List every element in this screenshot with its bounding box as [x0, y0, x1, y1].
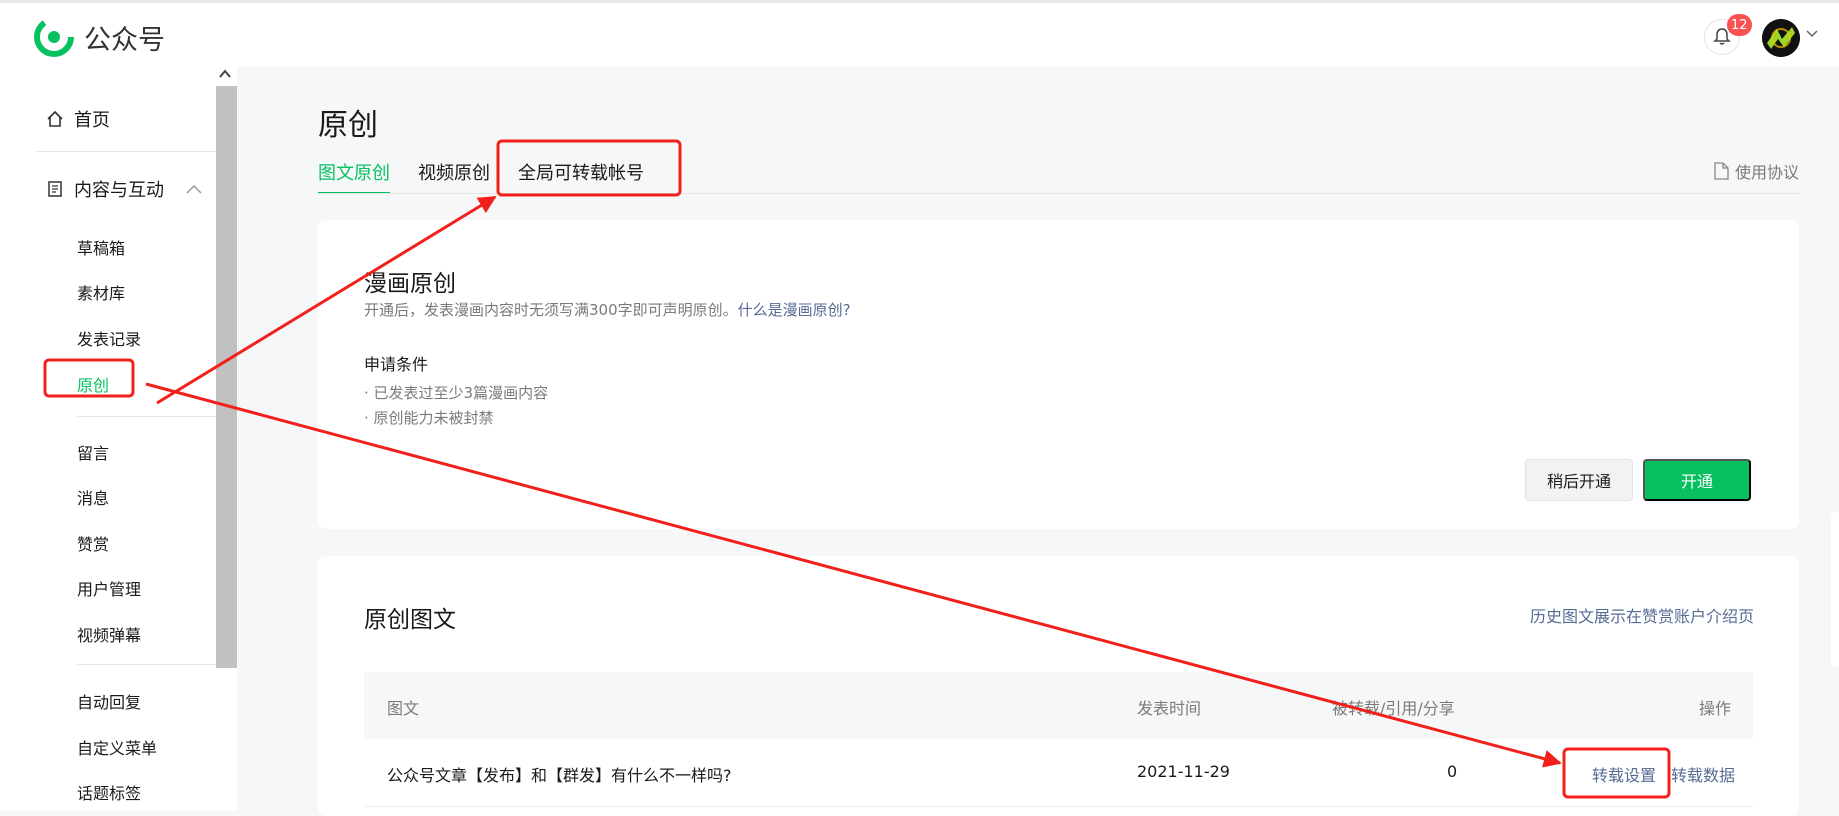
- wechat-official-logo-icon: [34, 17, 74, 57]
- reprint-count: 0: [1447, 762, 1458, 781]
- page-title: 原创: [318, 108, 378, 143]
- divider: [77, 664, 216, 665]
- history-display-link[interactable]: 历史图文展示在赞赏账户介绍页: [1530, 603, 1754, 627]
- sidebar-item-topic-tags[interactable]: 话题标签: [77, 780, 141, 804]
- column-header-actions: 操作: [1698, 699, 1731, 718]
- sidebar-item-rewards[interactable]: 赞赏: [77, 531, 109, 555]
- sidebar-item-home[interactable]: 首页: [46, 106, 110, 132]
- table-row: 公众号文章【发布】和【群发】有什么不一样吗? 2021-11-29 0 转载设置…: [364, 739, 1753, 807]
- condition-item: · 已发表过至少3篇漫画内容: [364, 384, 549, 402]
- sidebar-item-drafts[interactable]: 草稿箱: [77, 235, 125, 259]
- document-icon: [48, 181, 62, 197]
- sidebar-item-label: 首页: [74, 110, 110, 131]
- enable-later-button[interactable]: 稍后开通: [1525, 459, 1633, 501]
- column-header-publish-time: 发表时间: [1137, 699, 1202, 718]
- avatar[interactable]: [1762, 19, 1800, 57]
- tab-video-original[interactable]: 视频原创: [418, 159, 490, 194]
- chevron-down-icon[interactable]: [1806, 30, 1818, 38]
- what-is-comic-original-link[interactable]: 什么是漫画原创?: [738, 301, 851, 319]
- sidebar-item-custom-menu[interactable]: 自定义菜单: [77, 735, 157, 759]
- tab-bar: 图文原创 视频原创 全局可转载帐号: [318, 159, 672, 194]
- sidebar-scrollbar-thumb[interactable]: [216, 86, 237, 668]
- reprint-settings-link[interactable]: 转载设置: [1592, 762, 1656, 786]
- file-icon: [1714, 162, 1729, 180]
- publish-date: 2021-11-29: [1137, 762, 1230, 781]
- comic-original-card: 漫画原创 开通后，发表漫画内容时无须写满300字即可声明原创。什么是漫画原创? …: [318, 220, 1799, 529]
- sidebar-item-materials[interactable]: 素材库: [77, 280, 125, 304]
- article-title[interactable]: 公众号文章【发布】和【群发】有什么不一样吗?: [387, 762, 732, 786]
- reprint-data-link[interactable]: 转载数据: [1671, 762, 1735, 786]
- sidebar-item-original[interactable]: 原创: [77, 372, 109, 396]
- sidebar-item-video-danmaku[interactable]: 视频弹幕: [77, 622, 141, 646]
- sidebar-section-content[interactable]: 内容与互动: [46, 176, 202, 202]
- divider: [77, 416, 216, 417]
- table-header: 图文 发表时间 被转载/引用/分享 操作: [364, 672, 1753, 739]
- agreement-link[interactable]: 使用协议: [1714, 159, 1799, 183]
- top-bar: 公众号 12: [0, 0, 1839, 66]
- sidebar: 首页 内容与互动 草稿箱 素材库 发表记录 原创 留言 消息 赞赏 用户管理 视…: [0, 66, 237, 810]
- enable-button[interactable]: 开通: [1643, 459, 1751, 501]
- comic-desc-text: 开通后，发表漫画内容时无须写满300字即可声明原创。: [364, 301, 738, 319]
- comic-original-desc: 开通后，发表漫画内容时无须写满300字即可声明原创。什么是漫画原创?: [364, 299, 851, 320]
- tab-article-original[interactable]: 图文原创: [318, 159, 390, 194]
- floating-side-tab[interactable]: [1831, 512, 1839, 667]
- original-articles-title: 原创图文: [364, 607, 456, 633]
- sidebar-item-publish-records[interactable]: 发表记录: [77, 326, 141, 350]
- sidebar-item-comments[interactable]: 留言: [77, 440, 109, 464]
- notification-button[interactable]: 12: [1704, 14, 1752, 55]
- divider: [36, 151, 216, 152]
- sidebar-item-messages[interactable]: 消息: [77, 485, 109, 509]
- agreement-label: 使用协议: [1734, 163, 1799, 182]
- brand-name: 公众号: [84, 24, 165, 56]
- logo[interactable]: 公众号: [34, 17, 165, 57]
- scroll-up-arrow-icon[interactable]: [218, 68, 232, 80]
- original-articles-card: 原创图文 历史图文展示在赞赏账户介绍页 图文 发表时间 被转载/引用/分享 操作…: [318, 556, 1799, 816]
- sidebar-section-label: 内容与互动: [74, 180, 164, 201]
- chevron-up-icon[interactable]: [186, 184, 202, 194]
- notification-badge: 12: [1727, 14, 1752, 36]
- condition-item: · 原创能力未被封禁: [364, 409, 494, 427]
- sidebar-item-auto-reply[interactable]: 自动回复: [77, 689, 141, 713]
- column-header-reprint-count: 被转载/引用/分享: [1332, 699, 1455, 718]
- comic-original-title: 漫画原创: [364, 271, 456, 297]
- avatar-image-icon: [1762, 19, 1800, 57]
- conditions-title: 申请条件: [364, 355, 429, 374]
- home-icon: [47, 110, 63, 127]
- tabs-underline: [318, 193, 1799, 194]
- column-header-article: 图文: [387, 699, 420, 718]
- tab-global-reprint-accounts[interactable]: 全局可转载帐号: [518, 159, 644, 194]
- sidebar-item-user-management[interactable]: 用户管理: [77, 576, 141, 600]
